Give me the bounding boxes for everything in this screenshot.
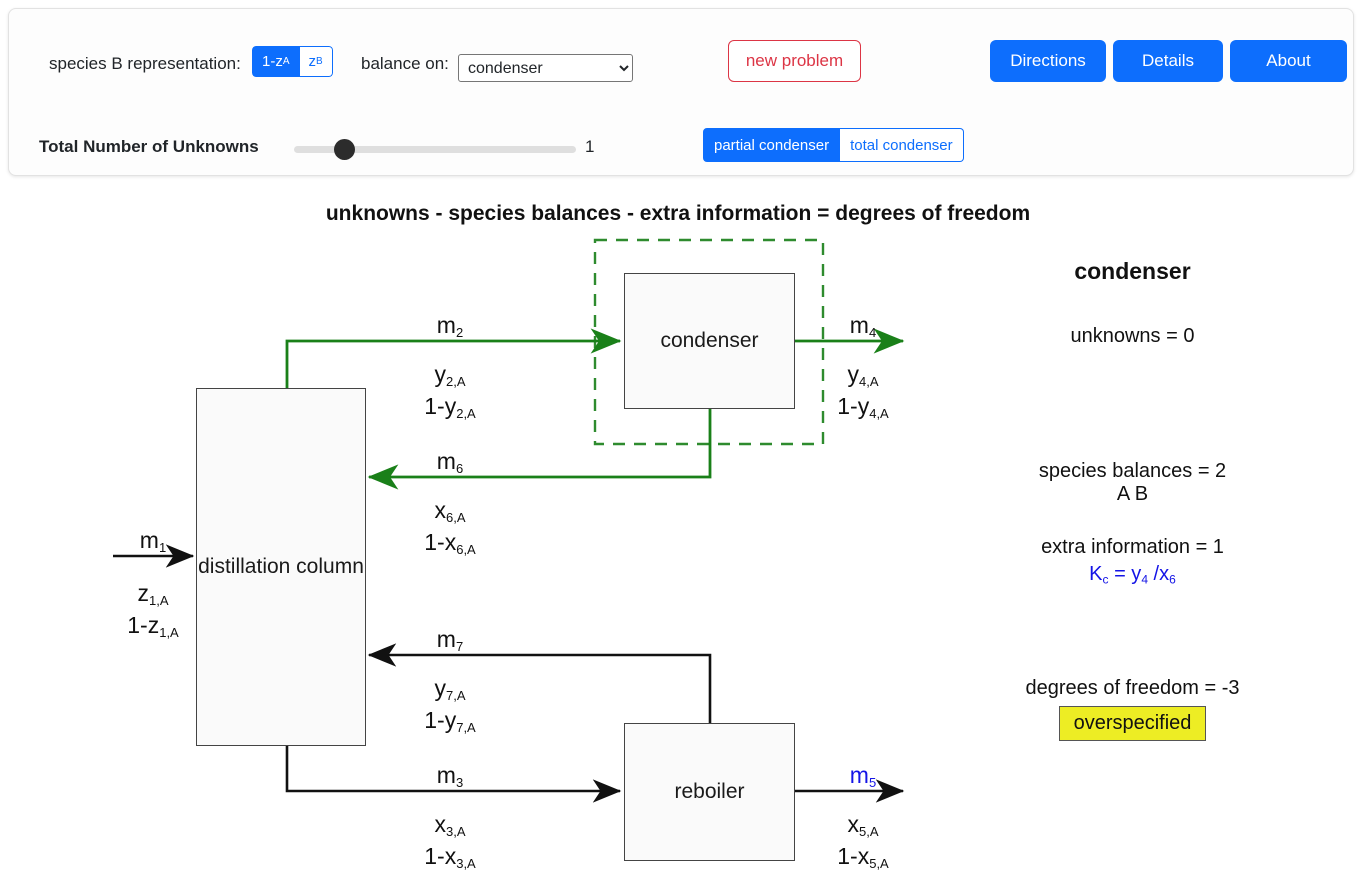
stream-label-m5: m5 x5,A 1-x5,A: [808, 760, 918, 872]
stream-m2-symbol: m: [437, 312, 456, 338]
stream-m2-comp-b-sub: 2,A: [456, 405, 476, 420]
stream-m1-comp-b-sub: 1,A: [159, 624, 179, 639]
stream-m6-comp-a: x: [434, 497, 446, 523]
unit-distillation-column-label: distillation column: [198, 555, 364, 579]
stream-m3-comp-b-sub: 3,A: [456, 855, 476, 870]
stream-m5-comp-b-sub: 5,A: [869, 855, 889, 870]
stream-m7-comp-a-sub: 7,A: [446, 688, 466, 703]
unit-condenser[interactable]: condenser: [624, 273, 795, 409]
stream-m3-comp-b: 1-x: [424, 843, 456, 869]
stream-m4-comp-a-sub: 4,A: [859, 374, 879, 389]
unit-reboiler[interactable]: reboiler: [624, 723, 795, 861]
stream-m1-comp-a: z: [137, 580, 149, 606]
stream-label-m6: m6 x6,A 1-x6,A: [395, 446, 505, 558]
stream-m6-symbol: m: [437, 448, 456, 474]
stream-m1-comp-a-sub: 1,A: [149, 593, 169, 608]
stream-m4-index: 4: [869, 325, 876, 340]
stream-m3-index: 3: [456, 775, 463, 790]
results-species-list: A B: [960, 483, 1305, 506]
unit-reboiler-label: reboiler: [674, 780, 744, 804]
stream-m6-index: 6: [456, 461, 463, 476]
stream-m3-comp-a-sub: 3,A: [446, 824, 466, 839]
stream-label-m7: m7 y7,A 1-y7,A: [395, 624, 505, 736]
stream-m4-comp-b-sub: 4,A: [869, 405, 889, 420]
stream-m2-index: 2: [456, 325, 463, 340]
stream-m7-index: 7: [456, 639, 463, 654]
stream-m6-comp-a-sub: 6,A: [446, 510, 466, 525]
stream-m4-comp-a: y: [847, 361, 859, 387]
results-extra-eq-mid: = y: [1109, 563, 1142, 585]
stream-m2-comp-a-sub: 2,A: [446, 374, 466, 389]
unit-distillation-column[interactable]: distillation column: [196, 388, 366, 746]
stream-m1-index: 1: [159, 540, 166, 555]
stream-m7-comp-b: 1-y: [424, 707, 456, 733]
stream-m6-comp-b: 1-x: [424, 529, 456, 555]
results-extra-eq-ysub: 4: [1141, 573, 1148, 587]
stream-m1-symbol: m: [140, 527, 159, 553]
results-degrees-of-freedom: degrees of freedom = -3: [960, 677, 1305, 700]
stream-m4-comp-b: 1-y: [837, 393, 869, 419]
stream-m7-comp-b-sub: 7,A: [456, 719, 476, 734]
results-panel: condenser unknowns = 0 species balances …: [960, 250, 1305, 741]
results-unknowns: unknowns = 0: [960, 325, 1305, 348]
stream-m5-comp-a-sub: 5,A: [859, 824, 879, 839]
stream-m2-comp-a: y: [434, 361, 446, 387]
stream-m4-symbol: m: [850, 312, 869, 338]
results-extra-equation: Kc = y4 /x6: [960, 563, 1305, 587]
stream-m7-symbol: m: [437, 626, 456, 652]
stream-label-m1: m1 z1,A 1-z1,A: [98, 525, 208, 641]
stream-label-m2: m2 y2,A 1-y2,A: [395, 310, 505, 422]
unit-condenser-label: condenser: [660, 329, 758, 353]
stream-m2-comp-b: 1-y: [424, 393, 456, 419]
stream-m6-comp-b-sub: 6,A: [456, 541, 476, 556]
results-species-balances: species balances = 2: [960, 460, 1305, 483]
stream-label-m3: m3 x3,A 1-x3,A: [395, 760, 505, 872]
results-title: condenser: [960, 258, 1305, 285]
results-extra-eq-xsub: 6: [1169, 573, 1176, 587]
stream-m3-comp-a: x: [434, 811, 446, 837]
status-badge: overspecified: [1059, 706, 1207, 741]
stream-m5-symbol: m: [850, 762, 869, 788]
stream-m7-comp-a: y: [434, 675, 446, 701]
results-extra-eq-div: /x: [1148, 563, 1169, 585]
stream-m1-comp-b: 1-z: [127, 612, 159, 638]
stream-m5-comp-b: 1-x: [837, 843, 869, 869]
results-extra-information: extra information = 1: [960, 536, 1305, 559]
stream-label-m4: m4 y4,A 1-y4,A: [808, 310, 918, 422]
results-extra-eq-k: K: [1089, 563, 1102, 585]
stream-m5-index: 5: [869, 775, 876, 790]
stream-m5-comp-a: x: [847, 811, 859, 837]
stream-m3-symbol: m: [437, 762, 456, 788]
